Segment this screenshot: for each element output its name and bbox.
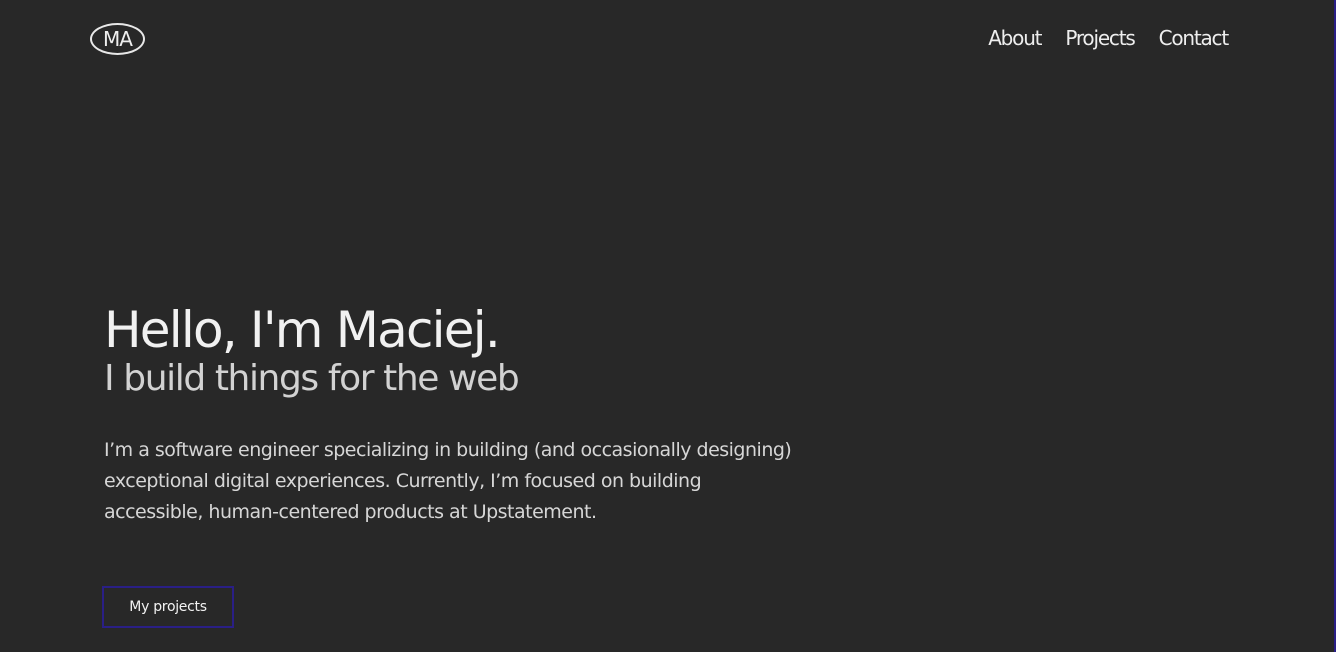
logo-monogram[interactable]: MA <box>90 23 145 55</box>
nav-link-contact[interactable]: Contact <box>1159 26 1230 50</box>
hero-greeting: Hello, I'm Maciej. <box>104 301 501 359</box>
nav-link-about[interactable]: About <box>988 26 1042 50</box>
site-header: MA About Projects Contact <box>0 0 1336 82</box>
my-projects-button[interactable]: My projects <box>102 586 234 628</box>
hero-section: Hello, I'm Maciej. I build things for th… <box>104 304 864 528</box>
nav-link-projects[interactable]: Projects <box>1065 26 1135 50</box>
hero-subtitle: I build things for the web <box>104 358 520 399</box>
hero-bio: I’m a software engineer specializing in … <box>104 438 792 523</box>
main-nav: About Projects Contact <box>988 26 1230 50</box>
